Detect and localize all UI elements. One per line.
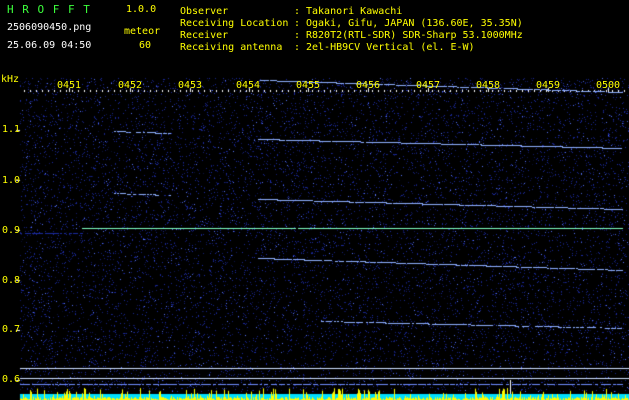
file-name: 2506090450.png	[7, 22, 92, 33]
receiver-label: Receiver	[180, 30, 229, 41]
y-tick-label: 0.7	[2, 324, 21, 335]
time-tick-label: 0457	[416, 80, 441, 91]
y-tick-label: 1.1	[2, 124, 21, 135]
meteor-count: 60	[139, 40, 152, 51]
y-tick-label: 0.9	[2, 225, 21, 236]
antenna-label: Receiving antenna	[180, 42, 283, 53]
date-time: 25.06.09 04:50	[7, 40, 92, 51]
spectrogram-canvas	[0, 0, 629, 400]
antenna-colon: :	[294, 42, 301, 53]
time-tick-label: 0454	[236, 80, 261, 91]
time-tick-label: 0453	[178, 80, 203, 91]
time-tick-label: 0452	[118, 80, 143, 91]
time-tick-label: 0456	[356, 80, 381, 91]
time-tick-label: 0451	[57, 80, 82, 91]
time-tick-label: 0458	[476, 80, 501, 91]
receiver-value: R820T2(RTL-SDR) SDR-Sharp 53.1000MHz	[306, 30, 523, 41]
antenna-value: 2el-HB9CV Vertical (el. E-W)	[306, 42, 475, 53]
time-tick-label: 0500	[596, 80, 621, 91]
location-label: Receiving Location	[180, 18, 289, 29]
location-colon: :	[294, 18, 301, 29]
receiver-colon: :	[294, 30, 301, 41]
observer-value: Takanori Kawachi	[306, 6, 403, 17]
observer-label: Observer	[180, 6, 229, 17]
time-tick-label: 0455	[296, 80, 321, 91]
location-value: Ogaki, Gifu, JAPAN (136.60E, 35.35N)	[306, 18, 523, 29]
observer-colon: :	[294, 6, 301, 17]
app-version: 1.0.0	[126, 4, 157, 15]
y-tick-label: 0.8	[2, 275, 21, 286]
app-title: H R O F F T	[7, 3, 91, 16]
meteor-label: meteor	[124, 26, 161, 37]
time-tick-label: 0459	[536, 80, 561, 91]
y-tick-label: 1.0	[2, 175, 21, 186]
y-tick-label: 0.6	[2, 374, 21, 385]
y-axis-unit: kHz	[1, 74, 20, 85]
